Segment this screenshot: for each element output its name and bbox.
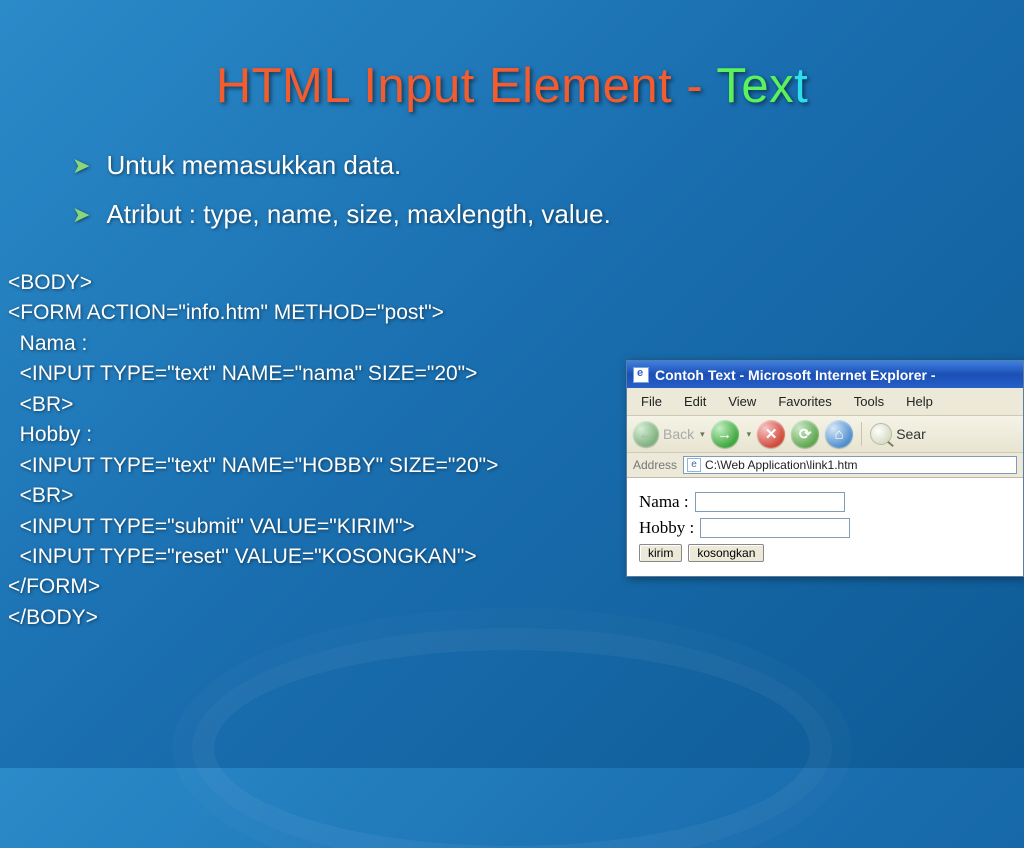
- menu-tools[interactable]: Tools: [844, 392, 894, 411]
- ie-window: Contoh Text - Microsoft Internet Explore…: [626, 360, 1024, 577]
- menu-file[interactable]: File: [631, 392, 672, 411]
- ie-address-bar: Address e C:\Web Application\link1.htm: [627, 453, 1023, 478]
- dropdown-caret-icon: ▾: [747, 429, 752, 440]
- bullet-item: ➤ Untuk memasukkan data.: [72, 150, 1024, 181]
- search-button[interactable]: Sear: [870, 423, 926, 445]
- bullet-text: Untuk memasukkan data.: [106, 150, 401, 181]
- form-button-row: kirim kosongkan: [639, 544, 1013, 562]
- bullet-item: ➤ Atribut : type, name, size, maxlength,…: [72, 199, 1024, 230]
- bullet-text: Atribut : type, name, size, maxlength, v…: [106, 199, 610, 230]
- menu-help[interactable]: Help: [896, 392, 943, 411]
- stop-button[interactable]: ✕: [757, 420, 785, 448]
- ie-titlebar: Contoh Text - Microsoft Internet Explore…: [627, 361, 1023, 388]
- address-label: Address: [633, 458, 677, 472]
- page-icon: e: [687, 458, 701, 472]
- background-ripple: [212, 648, 812, 848]
- submit-button[interactable]: kirim: [639, 544, 682, 562]
- toolbar-separator: [861, 422, 862, 446]
- nama-label: Nama :: [639, 492, 689, 512]
- dropdown-caret-icon: ▾: [700, 429, 705, 440]
- address-input[interactable]: e C:\Web Application\link1.htm: [683, 456, 1017, 474]
- ie-menubar: File Edit View Favorites Tools Help: [627, 388, 1023, 416]
- back-button[interactable]: ← Back ▾: [633, 421, 705, 447]
- nama-input[interactable]: [695, 492, 845, 512]
- form-row-hobby: Hobby :: [639, 518, 1013, 538]
- title-part-main: HTML Input Element -: [216, 59, 717, 113]
- refresh-button[interactable]: ⟳: [791, 420, 819, 448]
- menu-view[interactable]: View: [718, 392, 766, 411]
- arrow-icon: ➤: [72, 202, 90, 228]
- arrow-icon: ➤: [72, 153, 90, 179]
- bullet-list: ➤ Untuk memasukkan data. ➤ Atribut : typ…: [72, 150, 1024, 230]
- ie-page-icon: [633, 367, 649, 383]
- address-value: C:\Web Application\link1.htm: [705, 458, 858, 472]
- back-arrow-icon: ←: [633, 421, 659, 447]
- home-button[interactable]: ⌂: [825, 420, 853, 448]
- search-icon: [870, 423, 892, 445]
- ie-window-title: Contoh Text - Microsoft Internet Explore…: [655, 367, 936, 383]
- search-label: Sear: [896, 426, 926, 442]
- back-label: Back: [663, 426, 694, 442]
- slide-title: HTML Input Element - Text: [0, 0, 1024, 114]
- ie-page-content: Nama : Hobby : kirim kosongkan: [627, 478, 1023, 576]
- title-part-green: Tex: [716, 59, 794, 113]
- title-part-cyan: t: [794, 59, 808, 113]
- hobby-input[interactable]: [700, 518, 850, 538]
- code-example: <BODY> <FORM ACTION="info.htm" METHOD="p…: [8, 268, 498, 633]
- hobby-label: Hobby :: [639, 518, 694, 538]
- reset-button[interactable]: kosongkan: [688, 544, 764, 562]
- menu-favorites[interactable]: Favorites: [768, 392, 841, 411]
- forward-button[interactable]: →: [711, 420, 739, 448]
- menu-edit[interactable]: Edit: [674, 392, 716, 411]
- form-row-nama: Nama :: [639, 492, 1013, 512]
- ie-toolbar: ← Back ▾ → ▾ ✕ ⟳ ⌂ Sear: [627, 416, 1023, 453]
